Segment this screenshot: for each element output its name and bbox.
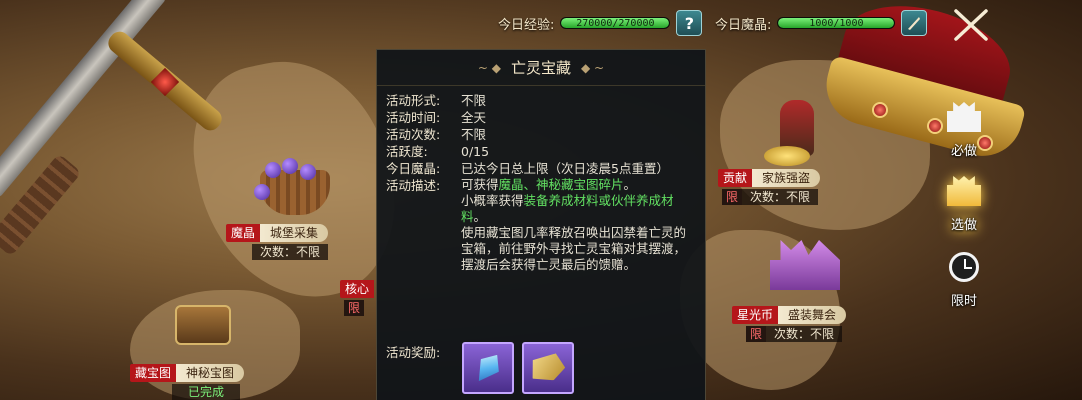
- castle-icon: [944, 176, 984, 214]
- reward-slot-map-fragment[interactable]: [522, 342, 574, 394]
- side-tab-label: 选做: [950, 218, 977, 233]
- activity-detail-panel: ~ ◆ 亡灵宝藏 ◆ ~ 活动形式: 不限 活动时间: 全天 活动次数: 不限 …: [376, 49, 706, 400]
- gold-pile-icon: [764, 146, 810, 166]
- castle-icon: [944, 102, 984, 140]
- sword-decoration: [0, 0, 167, 198]
- desc-text: 可获得: [461, 177, 499, 192]
- node-name: 神秘宝图: [176, 364, 245, 382]
- info-row-time: 活动时间: 全天: [386, 109, 695, 126]
- node-status-completed: 已完成: [172, 384, 241, 400]
- question-mark-icon: ?: [684, 13, 695, 33]
- node-count: 次数：不限: [766, 326, 843, 342]
- reward-row: 活动奖励:: [386, 342, 582, 394]
- side-tab-limited[interactable]: 限时: [938, 248, 990, 309]
- info-row-mojing: 今日魔晶: 已达今日总上限（次日凌晨5点重置）: [386, 160, 695, 177]
- daily-exp-bar: 270000/270000: [560, 17, 671, 29]
- map-node-family-bandit-tag[interactable]: 贡献 家族强盗: [718, 169, 821, 187]
- info-value: 不限: [461, 93, 487, 108]
- panel-header: ~ ◆ 亡灵宝藏 ◆ ~: [377, 50, 705, 86]
- map-node-family-bandit-count: 限 次数：不限: [722, 189, 819, 205]
- info-row-activity: 活跃度: 0/15: [386, 143, 695, 160]
- info-row-form: 活动形式: 不限: [386, 92, 695, 109]
- node-category: 藏宝图: [130, 364, 177, 382]
- info-value: 0/15: [461, 144, 490, 159]
- daily-mojing-hud: 今日魔晶: 1000/1000: [715, 9, 928, 37]
- desc-text: 使用藏宝图几率释放召唤出囚禁着亡灵的宝箱，前往野外寻找亡灵宝箱对其摆渡，摆渡后会…: [461, 225, 687, 272]
- reward-label: 活动奖励:: [386, 345, 441, 360]
- node-category: 星光币: [732, 306, 779, 324]
- info-key: 活跃度:: [386, 144, 428, 159]
- side-tab-optional[interactable]: 选做: [938, 172, 990, 233]
- node-name: 城堡采集: [260, 224, 329, 242]
- daily-mojing-value: 1000/1000: [809, 18, 864, 29]
- map-node-core-limit: 限: [344, 300, 365, 316]
- desc-text: 小概率获得: [461, 193, 524, 208]
- daily-exp-hud: 今日经验: 270000/270000 ?: [498, 9, 703, 37]
- fruit-basket-icon: [254, 158, 330, 215]
- info-value: 已达今日总上限（次日凌晨5点重置）: [461, 161, 669, 176]
- purple-castle-icon: [770, 240, 840, 290]
- info-key: 活动时间:: [386, 110, 441, 125]
- panel-title: 亡灵宝藏: [510, 59, 571, 77]
- node-count: 次数：不限: [252, 244, 329, 260]
- info-key: 活动描述:: [386, 178, 441, 193]
- reward-slot-crystal[interactable]: [462, 342, 514, 394]
- crown-gem: [872, 102, 888, 118]
- title-ornament-right: ◆ ~: [581, 60, 605, 75]
- node-count: 次数：不限: [742, 189, 819, 205]
- treasure-chest-icon: [175, 305, 231, 345]
- map-node-core-tag[interactable]: 核心: [340, 280, 375, 298]
- node-name: 家族强盗: [752, 169, 821, 187]
- node-limit: 限: [722, 189, 743, 205]
- crystal-icon: [470, 349, 506, 388]
- node-name: 盛装舞会: [778, 306, 847, 324]
- info-row-count: 活动次数: 不限: [386, 126, 695, 143]
- activity-info-list: 活动形式: 不限 活动时间: 全天 活动次数: 不限 活跃度: 0/15 今日魔…: [377, 86, 705, 273]
- node-category: 核心: [340, 280, 375, 298]
- info-value: 全天: [461, 110, 487, 125]
- map-node-treasure-map-tag[interactable]: 藏宝图 神秘宝图: [130, 364, 245, 382]
- map-node-masquerade-tag[interactable]: 星光币 盛装舞会: [732, 306, 847, 324]
- info-value: 不限: [461, 127, 487, 142]
- daily-exp-value: 270000/270000: [576, 18, 655, 29]
- side-tab-label: 必做: [950, 144, 977, 159]
- desc-highlight: 魔晶、神秘藏宝图碎片: [498, 177, 624, 192]
- node-category: 贡献: [718, 169, 753, 187]
- daily-mojing-bar: 1000/1000: [777, 17, 896, 29]
- map-node-castle-collect-count: 次数：不限: [252, 244, 329, 260]
- daily-exp-label: 今日经验:: [498, 17, 555, 33]
- node-limit: 限: [344, 300, 365, 316]
- title-ornament-left: ~ ◆: [477, 60, 501, 75]
- daily-mojing-label: 今日魔晶:: [715, 17, 772, 33]
- map-node-castle-collect-tag[interactable]: 魔晶 城堡采集: [226, 224, 329, 242]
- node-limit: 限: [746, 326, 767, 342]
- node-category: 魔晶: [226, 224, 261, 242]
- side-tab-label: 限时: [950, 294, 977, 309]
- treasure-map-fragment-icon: [529, 352, 567, 384]
- close-icon[interactable]: [952, 7, 990, 43]
- crossed-swords-close-icon: [954, 9, 988, 41]
- help-button[interactable]: ?: [676, 10, 703, 36]
- info-key: 今日魔晶:: [386, 161, 441, 176]
- info-row-description: 活动描述: 可获得魔晶、神秘藏宝图碎片。 小概率获得装备养成材料或伙伴养成材料。…: [386, 177, 695, 273]
- desc-text: 。: [623, 177, 637, 192]
- quill-icon: [908, 17, 921, 30]
- desc-text: 。: [473, 209, 487, 224]
- info-key: 活动次数:: [386, 127, 441, 142]
- alarm-clock-icon: [944, 252, 984, 290]
- activity-description: 可获得魔晶、神秘藏宝图碎片。 小概率获得装备养成材料或伙伴养成材料。 使用藏宝图…: [461, 177, 691, 273]
- info-key: 活动形式:: [386, 93, 441, 108]
- map-node-masquerade-count: 限 次数：不限: [746, 326, 843, 342]
- quest-scroll-button[interactable]: [901, 10, 928, 36]
- side-tab-required[interactable]: 必做: [938, 98, 990, 159]
